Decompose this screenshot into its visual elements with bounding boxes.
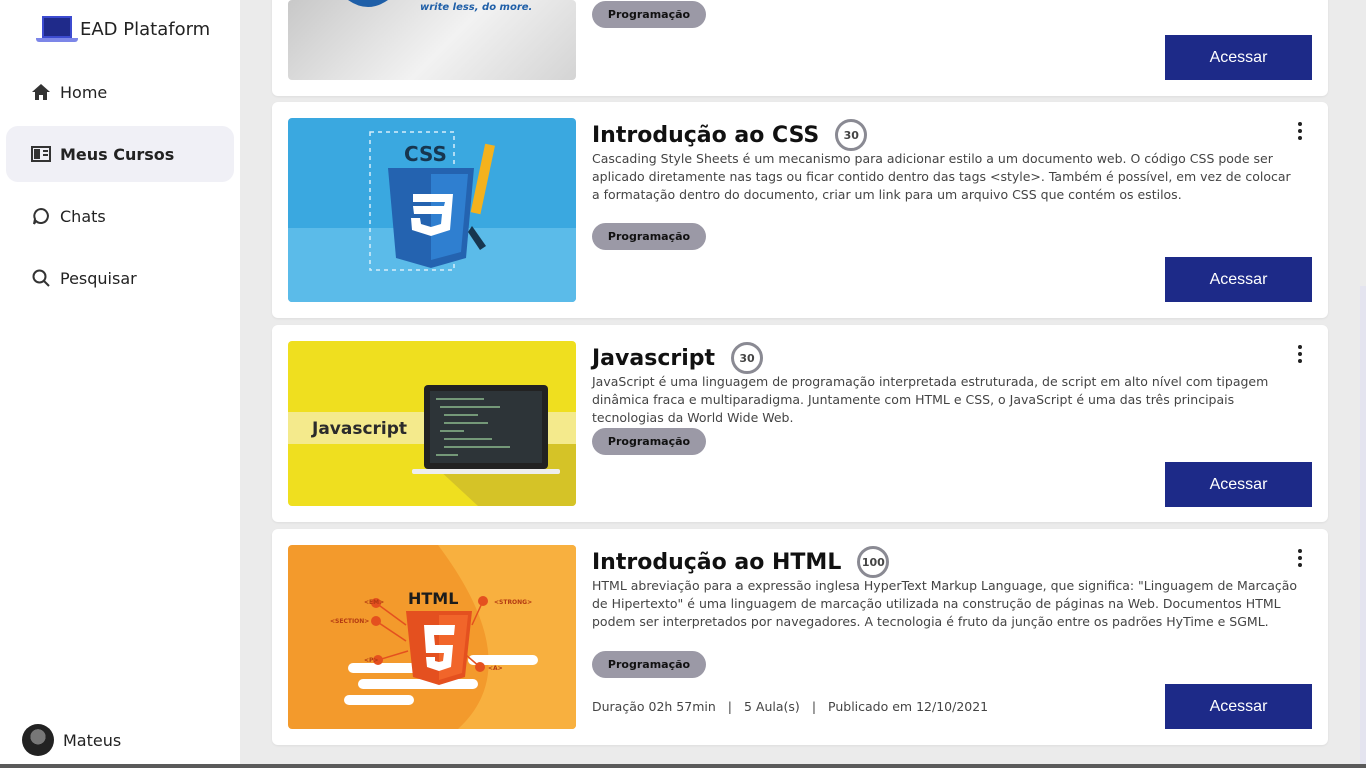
course-thumbnail-css: CSS (288, 118, 576, 302)
window-bottom-edge (0, 764, 1366, 768)
nav-item-chats[interactable]: Chats (6, 188, 234, 244)
thumbnail-caption: Javascript (311, 419, 407, 439)
course-title-row: Introdução ao CSS 30 (592, 119, 868, 151)
category-tag: Programação (592, 428, 706, 455)
category-tag: Programação (592, 1, 706, 28)
course-lessons: 5 Aula(s) (744, 699, 800, 714)
lesson-count-badge: 100 (857, 546, 890, 578)
access-button[interactable]: Acessar (1165, 35, 1312, 80)
nav-item-label: Meus Cursos (60, 144, 175, 164)
course-meta: Duração 02h 57min | 5 Aula(s) | Publicado em… (592, 699, 988, 714)
course-card: write less, do more. Programação Acessar (272, 0, 1328, 96)
course-description: Cascading Style Sheets é um mecanismo pa… (592, 151, 1291, 202)
chat-icon (30, 205, 52, 227)
meta-separator: | (727, 699, 732, 714)
user-name: Mateus (63, 730, 122, 750)
course-title: Introdução ao HTML (592, 549, 842, 575)
course-card: Javascript Javascript 30 JavaScript é um… (272, 325, 1328, 522)
course-title: Introdução ao CSS (592, 122, 820, 148)
avatar (22, 724, 54, 756)
thumbnail-tag-label: <P> (364, 657, 378, 664)
course-title: Javascript (592, 345, 716, 371)
nav-item-label: Home (60, 82, 108, 102)
nav-item-home[interactable]: Home (6, 64, 234, 120)
course-duration: Duração 02h 57min (592, 699, 716, 714)
sidebar: EAD Plataform Home Meus Cursos Chats Pes… (0, 0, 240, 768)
course-description: JavaScript é uma linguagem de programaçã… (592, 374, 1269, 425)
course-thumbnail-html: HTML <EM> <STRONG> <SECTION> <P> <A> (288, 545, 576, 729)
thumbnail-tag-label: <SECTION> (330, 618, 369, 625)
course-card: CSS Introdução ao CSS 30 Cascading Style… (272, 102, 1328, 318)
brand[interactable]: EAD Plataform (36, 14, 210, 44)
course-thumbnail-jquery: write less, do more. (288, 0, 576, 80)
thumbnail-caption: write less, do more. (420, 2, 532, 13)
nav-item-meus-cursos[interactable]: Meus Cursos (6, 126, 234, 182)
more-options-icon[interactable] (1296, 549, 1304, 567)
lesson-count-badge: 30 (731, 342, 764, 374)
course-title-row: Javascript 30 (592, 342, 764, 374)
user-profile[interactable]: Mateus (22, 724, 121, 756)
nav-item-label: Pesquisar (60, 268, 137, 288)
course-description: HTML abreviação para a expressão inglesa… (592, 578, 1298, 629)
access-button[interactable]: Acessar (1165, 257, 1312, 302)
home-icon (30, 81, 52, 103)
scrollbar-track[interactable] (1360, 286, 1366, 768)
more-options-icon[interactable] (1296, 345, 1304, 363)
category-tag: Programação (592, 651, 706, 678)
more-options-icon[interactable] (1296, 122, 1304, 140)
course-title-row: Introdução ao HTML 100 (592, 546, 890, 578)
app-name: EAD Plataform (80, 18, 211, 40)
nav-item-pesquisar[interactable]: Pesquisar (6, 250, 234, 306)
thumbnail-caption: HTML (408, 589, 458, 608)
thumbnail-tag-label: <EM> (364, 599, 384, 606)
meta-separator: | (811, 699, 817, 714)
course-thumbnail-javascript: Javascript (288, 341, 576, 506)
access-button[interactable]: Acessar (1165, 462, 1312, 507)
thumbnail-tag-label: <A> (488, 665, 503, 672)
courses-icon (30, 143, 52, 165)
access-button[interactable]: Acessar (1165, 684, 1312, 729)
course-card: HTML <EM> <STRONG> <SECTION> <P> <A> Int… (272, 529, 1328, 745)
nav-item-label: Chats (60, 206, 106, 226)
thumbnail-caption: CSS (404, 142, 447, 166)
lesson-count-badge: 30 (835, 119, 868, 151)
laptop-logo-icon (36, 14, 78, 44)
thumbnail-tag-label: <STRONG> (494, 599, 532, 606)
sidebar-nav: Home Meus Cursos Chats Pesquisar (6, 64, 234, 312)
course-published-date: Publicado em 12/10/2021 (828, 699, 989, 714)
search-icon (30, 267, 52, 289)
category-tag: Programação (592, 223, 706, 250)
